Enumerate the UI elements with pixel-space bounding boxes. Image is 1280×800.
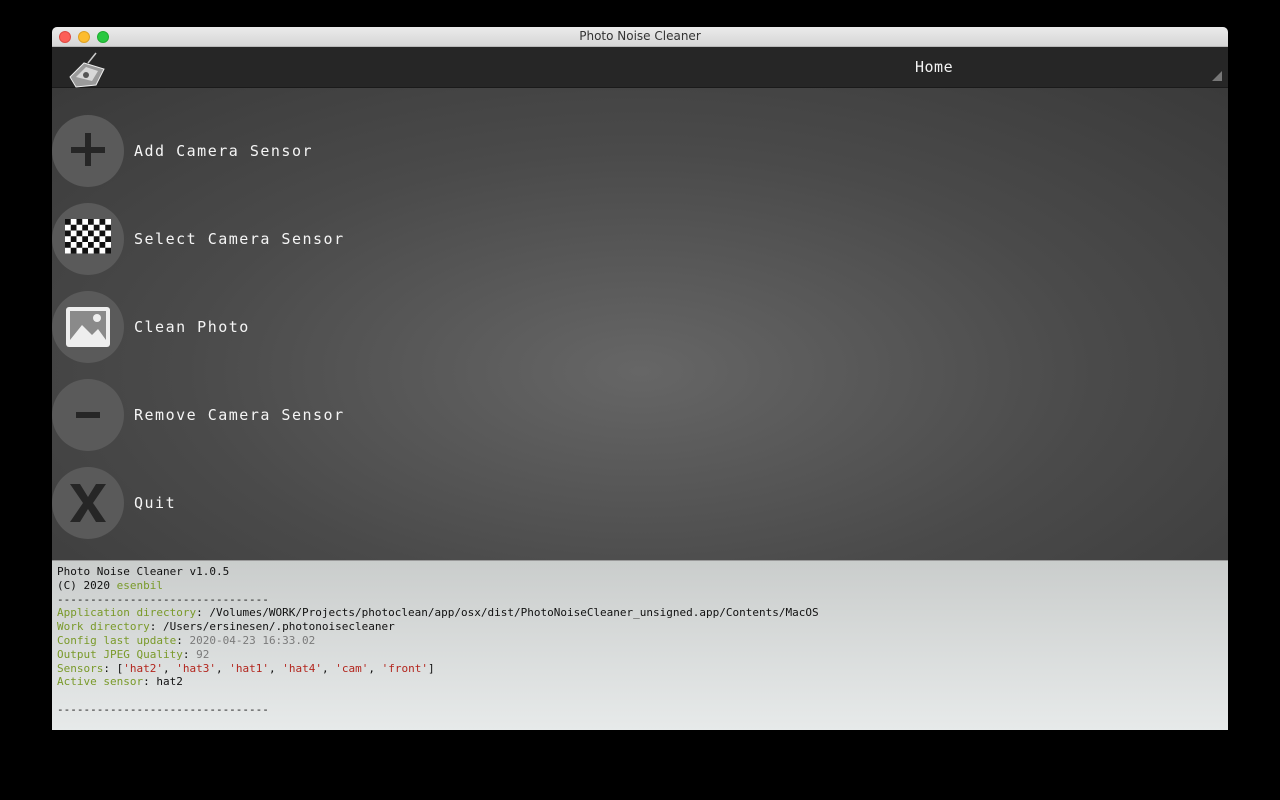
sensor-item: 'hat2' <box>123 661 163 675</box>
quit-button[interactable]: Quit <box>52 467 176 539</box>
sensor-item: 'hat4' <box>282 661 322 675</box>
console-sensors: Sensors: ['hat2', 'hat3', 'hat1', 'hat4'… <box>57 661 435 675</box>
remove-camera-sensor-label: Remove Camera Sensor <box>134 406 345 424</box>
console-active-sensor: Active sensor: hat2 <box>57 675 183 689</box>
sensor-item: 'hat1' <box>229 661 269 675</box>
sensor-item: 'cam' <box>335 661 369 675</box>
window-zoom-button[interactable] <box>97 31 109 43</box>
checkerboard-icon <box>52 203 124 275</box>
clean-photo-label: Clean Photo <box>134 318 250 336</box>
quit-label: Quit <box>134 494 177 512</box>
select-camera-sensor-label: Select Camera Sensor <box>134 230 345 248</box>
home-menu: Add Camera Sensor Select Camera Sensor C… <box>52 88 1228 560</box>
window-close-button[interactable] <box>59 31 71 43</box>
remove-camera-sensor-button[interactable]: Remove Camera Sensor <box>52 379 345 451</box>
console-separator-end: -------------------------------- <box>57 702 269 716</box>
action-bar: Home <box>52 47 1228 88</box>
app-logo-icon <box>66 51 110 88</box>
console-version: Photo Noise Cleaner v1.0.5 <box>57 565 230 578</box>
overflow-menu-icon[interactable] <box>1212 71 1222 81</box>
console-app-dir: Application directory: /Volumes/WORK/Pro… <box>57 606 819 620</box>
console-jpeg-quality: Output JPEG Quality: 92 <box>57 647 210 661</box>
clean-photo-button[interactable]: Clean Photo <box>52 291 250 363</box>
sensor-item: 'front' <box>381 661 428 675</box>
close-x-icon <box>52 467 124 539</box>
title-bar[interactable]: Photo Noise Cleaner <box>52 27 1228 47</box>
add-camera-sensor-label: Add Camera Sensor <box>134 142 314 160</box>
console-copyright: (C) 2020 esenbil <box>57 578 163 592</box>
info-console: Photo Noise Cleaner v1.0.5 (C) 2020 esen… <box>52 560 1228 730</box>
page-title: Home <box>915 58 954 76</box>
console-work-dir: Work directory: /Users/ersinesen/.photon… <box>57 620 395 634</box>
console-blank <box>57 689 1228 703</box>
add-camera-sensor-button[interactable]: Add Camera Sensor <box>52 115 313 187</box>
copyright-author: esenbil <box>116 578 163 592</box>
select-camera-sensor-button[interactable]: Select Camera Sensor <box>52 203 345 275</box>
console-config-update: Config last update: 2020-04-23 16:33.02 <box>57 633 316 647</box>
image-icon <box>52 291 124 363</box>
window-minimize-button[interactable] <box>78 31 90 43</box>
sensor-list: 'hat2', 'hat3', 'hat1', 'hat4', 'cam', '… <box>123 661 428 675</box>
window-title: Photo Noise Cleaner <box>579 29 701 43</box>
plus-icon <box>52 115 124 187</box>
app-window: Photo Noise Cleaner Home Add Camera Sens… <box>52 27 1228 730</box>
sensor-item: 'hat3' <box>176 661 216 675</box>
console-separator: -------------------------------- <box>57 592 269 606</box>
minus-icon <box>52 379 124 451</box>
